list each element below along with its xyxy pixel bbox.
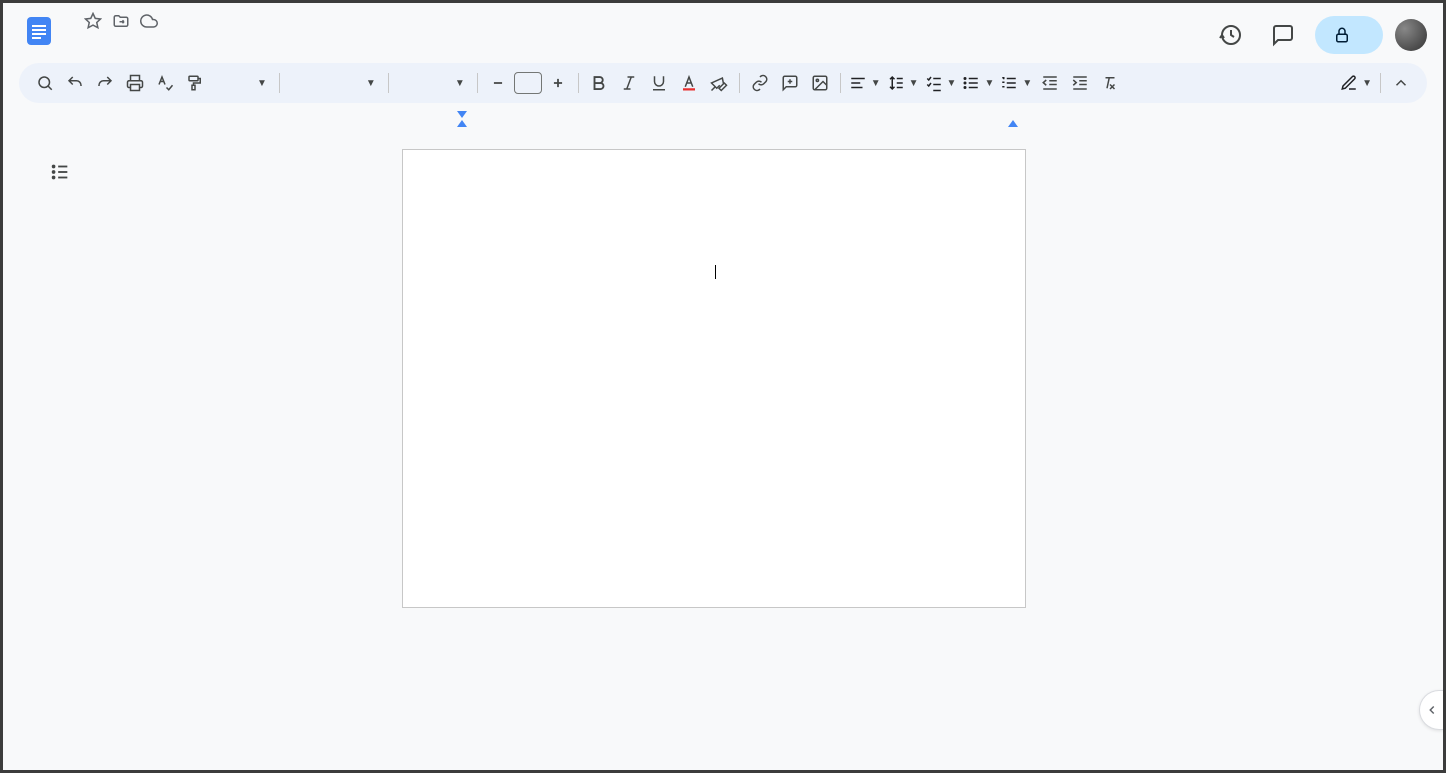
- toolbar-container: ▼ ▼ ▼ ▼ ▼ ▼ ▼ ▼ ▼: [3, 55, 1443, 111]
- toolbar: ▼ ▼ ▼ ▼ ▼ ▼ ▼ ▼ ▼: [19, 63, 1427, 103]
- undo-icon[interactable]: [61, 69, 89, 97]
- align-select[interactable]: ▼: [847, 72, 883, 94]
- separator: [840, 73, 841, 93]
- title-row: [67, 11, 1211, 31]
- menu-extensions[interactable]: [175, 33, 191, 41]
- line-spacing-select[interactable]: ▼: [885, 72, 921, 94]
- style-select[interactable]: ▼: [286, 74, 382, 93]
- bullet-list-select[interactable]: ▼: [960, 72, 996, 94]
- outline-toggle-icon[interactable]: [45, 157, 75, 187]
- highlight-color-icon[interactable]: [705, 69, 733, 97]
- separator: [1380, 73, 1381, 93]
- title-area: [67, 11, 1211, 41]
- comments-icon[interactable]: [1263, 15, 1303, 55]
- font-size-input[interactable]: [514, 72, 542, 94]
- bold-icon[interactable]: [585, 69, 613, 97]
- chevron-down-icon: ▼: [984, 78, 994, 89]
- chevron-down-icon: ▼: [909, 78, 919, 89]
- checklist-select[interactable]: ▼: [923, 72, 959, 94]
- instruction-text[interactable]: [439, 262, 989, 280]
- editing-mode-select[interactable]: ▼: [1338, 72, 1374, 94]
- menu-file[interactable]: [67, 33, 83, 41]
- indent-marker-right[interactable]: [1008, 120, 1018, 127]
- chevron-down-icon: ▼: [455, 78, 465, 89]
- avatar[interactable]: [1395, 19, 1427, 51]
- menu-view[interactable]: [103, 33, 119, 41]
- separator: [578, 73, 579, 93]
- document-title[interactable]: [67, 19, 75, 23]
- font-select[interactable]: ▼: [395, 74, 471, 93]
- menu-insert[interactable]: [121, 33, 137, 41]
- move-icon[interactable]: [111, 11, 131, 31]
- indent-marker-first-line[interactable]: [457, 111, 467, 118]
- link-icon[interactable]: [746, 69, 774, 97]
- menu-edit[interactable]: [85, 33, 101, 41]
- decrease-indent-icon[interactable]: [1036, 69, 1064, 97]
- font-size-group: [484, 69, 572, 97]
- add-comment-icon[interactable]: [776, 69, 804, 97]
- cloud-status-icon[interactable]: [139, 11, 159, 31]
- underline-icon[interactable]: [645, 69, 673, 97]
- header: [3, 3, 1443, 55]
- spellcheck-icon[interactable]: [151, 69, 179, 97]
- chevron-down-icon: ▼: [947, 78, 957, 89]
- numbered-list-select[interactable]: ▼: [998, 72, 1034, 94]
- chevron-down-icon: ▼: [257, 78, 267, 89]
- chevron-down-icon: ▼: [871, 78, 881, 89]
- chevron-down-icon: ▼: [366, 78, 376, 89]
- menu-format[interactable]: [139, 33, 155, 41]
- separator: [279, 73, 280, 93]
- insert-image-icon[interactable]: [806, 69, 834, 97]
- collapse-toolbar-icon[interactable]: [1387, 69, 1415, 97]
- chevron-down-icon: ▼: [1362, 78, 1372, 89]
- chevron-down-icon: ▼: [1022, 78, 1032, 89]
- indent-marker-left[interactable]: [457, 120, 467, 127]
- zoom-select[interactable]: ▼: [211, 74, 273, 93]
- clear-format-icon[interactable]: [1096, 69, 1124, 97]
- share-button[interactable]: [1315, 16, 1383, 54]
- decrease-font-icon[interactable]: [484, 69, 512, 97]
- search-icon[interactable]: [31, 69, 59, 97]
- canvas[interactable]: [27, 133, 1440, 767]
- increase-indent-icon[interactable]: [1066, 69, 1094, 97]
- text-cursor: [715, 265, 716, 279]
- menu-tools[interactable]: [157, 33, 173, 41]
- header-right: [1211, 11, 1427, 55]
- lock-icon: [1333, 26, 1351, 44]
- redo-icon[interactable]: [91, 69, 119, 97]
- paint-format-icon[interactable]: [181, 69, 209, 97]
- page[interactable]: [402, 149, 1026, 608]
- star-icon[interactable]: [83, 11, 103, 31]
- italic-icon[interactable]: [615, 69, 643, 97]
- text-color-icon[interactable]: [675, 69, 703, 97]
- separator: [477, 73, 478, 93]
- menu-help[interactable]: [193, 33, 209, 41]
- increase-font-icon[interactable]: [544, 69, 572, 97]
- ruler-vertical[interactable]: [6, 133, 26, 767]
- history-icon[interactable]: [1211, 15, 1251, 55]
- separator: [388, 73, 389, 93]
- menu-bar: [67, 33, 1211, 41]
- separator: [739, 73, 740, 93]
- print-icon[interactable]: [121, 69, 149, 97]
- docs-logo[interactable]: [19, 11, 59, 51]
- ruler-horizontal[interactable]: [27, 111, 1443, 127]
